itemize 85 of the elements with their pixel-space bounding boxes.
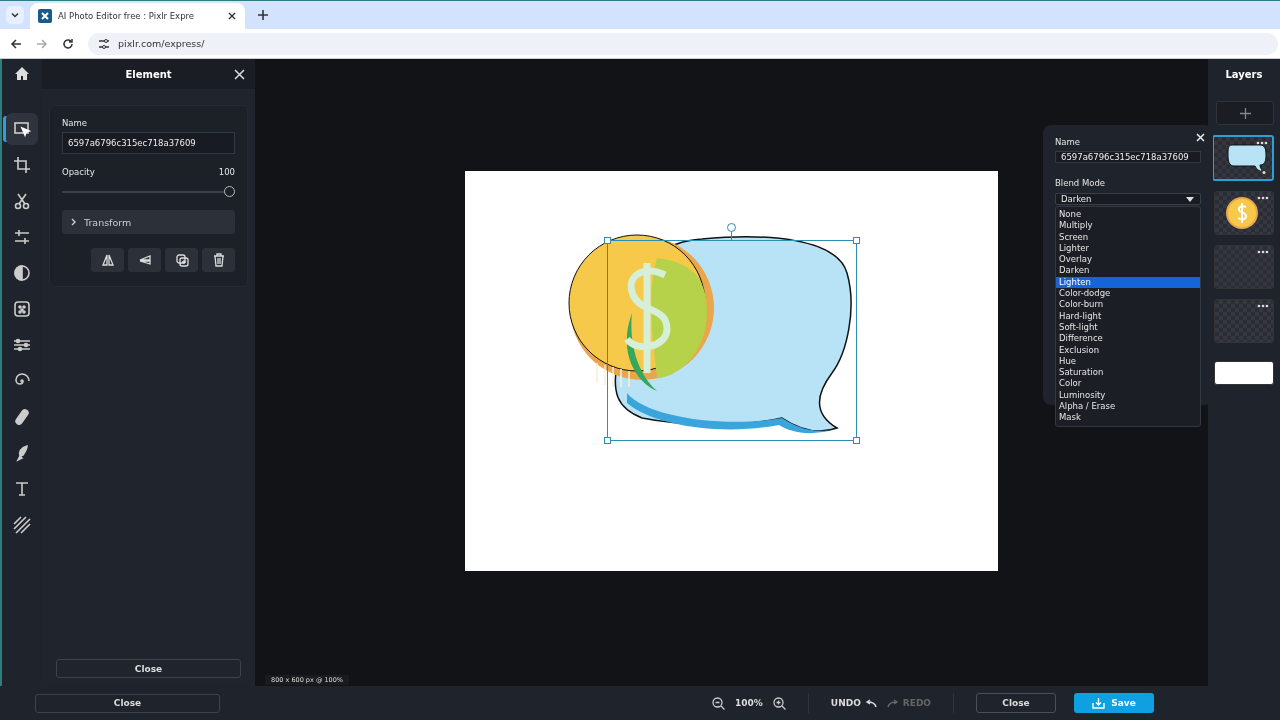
close-button[interactable]: Close [35, 693, 220, 713]
layer-thumbnail[interactable] [1214, 299, 1274, 343]
more-icon[interactable] [1257, 250, 1269, 254]
plus-icon [1239, 107, 1251, 119]
layer-thumbnail[interactable] [1212, 135, 1274, 181]
duplicate-icon [174, 253, 189, 267]
tab-title: AI Photo Editor free : Pixlr Expre [58, 11, 196, 21]
blend-mode-option[interactable]: Screen [1056, 231, 1200, 243]
name-label: Name [62, 118, 89, 128]
blend-mode-option[interactable]: Hard-light [1056, 310, 1200, 322]
chevron-right-icon [70, 218, 78, 226]
zoom-in-icon[interactable] [772, 696, 786, 710]
new-tab-icon[interactable] [257, 9, 269, 21]
flip-h-button[interactable] [91, 248, 124, 272]
layer-thumbnail[interactable] [1214, 245, 1274, 289]
chevron-down-icon [10, 10, 20, 20]
more-icon[interactable] [1257, 196, 1269, 200]
blend-mode-option[interactable]: None [1056, 209, 1200, 221]
blend-mode-option[interactable]: Exclusion [1056, 344, 1200, 356]
blend-mode-option[interactable]: Luminosity [1056, 389, 1200, 402]
download-icon [1092, 697, 1106, 709]
selection-box[interactable] [603, 222, 861, 445]
blend-mode-option[interactable]: Difference [1056, 333, 1200, 345]
duplicate-button[interactable] [165, 248, 198, 272]
select-tool-button[interactable] [6, 113, 38, 145]
blend-mode-option[interactable]: Hue [1056, 355, 1200, 368]
zoom-level: 100% [735, 698, 763, 708]
blend-mode-option[interactable]: Mask [1056, 412, 1200, 424]
blend-mode-option[interactable]: Lighten [1056, 276, 1200, 289]
close-button[interactable]: Close [56, 659, 241, 678]
home-icon[interactable] [14, 66, 30, 82]
panel-title: Element [125, 68, 172, 80]
opacity-value: 100 [218, 167, 235, 177]
close-icon[interactable] [227, 11, 237, 21]
adjust-icon [13, 228, 31, 246]
flip-v-icon [137, 253, 152, 267]
sliders-icon [13, 336, 31, 354]
undo-icon [864, 698, 877, 708]
name-field[interactable]: 6597a6796c315ec718a37609 [62, 132, 235, 154]
layer-thumbnail[interactable] [1214, 361, 1274, 385]
back-icon[interactable] [10, 37, 22, 50]
blend-mode-option[interactable]: Color-burn [1056, 299, 1200, 311]
flip-v-button[interactable] [128, 248, 161, 272]
redo-icon [886, 698, 899, 708]
blend-mode-option[interactable]: Soft-light [1056, 321, 1200, 334]
flip-h-icon [100, 253, 115, 267]
blend-mode-option[interactable]: Color [1056, 378, 1200, 390]
eye-icon[interactable] [1259, 169, 1269, 176]
crop-icon [13, 156, 31, 174]
brush-icon [13, 444, 31, 462]
close-button[interactable]: Close [976, 693, 1056, 713]
blend-mode-option[interactable]: Overlay [1056, 254, 1200, 266]
transform-section[interactable]: Transform [62, 210, 235, 234]
blend-mode-option[interactable]: Saturation [1056, 367, 1200, 379]
blend-mode-option[interactable]: Darken [1056, 265, 1200, 277]
layers-title: Layers [1225, 68, 1263, 80]
blend-mode-option[interactable]: Alpha / Erase [1056, 401, 1200, 413]
filter-icon [13, 300, 31, 318]
blend-mode-select[interactable]: Darken [1055, 193, 1201, 205]
more-icon[interactable] [1257, 304, 1269, 308]
pattern-icon [13, 516, 31, 534]
more-icon[interactable] [1256, 141, 1268, 145]
delete-icon [211, 253, 226, 267]
reload-icon[interactable] [62, 37, 74, 50]
zoom-out-icon[interactable] [712, 696, 725, 710]
blend-mode-option[interactable]: Color-dodge [1056, 288, 1200, 300]
caret-icon [1186, 196, 1194, 202]
layer-thumbnail[interactable] [1214, 191, 1274, 235]
blend-mode-option[interactable]: Multiply [1056, 220, 1200, 232]
opacity-label: Opacity [62, 167, 95, 177]
cut-icon [13, 192, 31, 210]
name-field[interactable]: 6597a6796c315ec718a37609 [1055, 151, 1201, 163]
contrast-icon [13, 264, 31, 282]
undo-button[interactable]: UNDO [830, 698, 877, 708]
coin-icon [1225, 196, 1259, 230]
address-field[interactable]: pixlr.com/express/ [88, 32, 1278, 55]
name-label: Name [1055, 137, 1082, 147]
browser-tab[interactable]: AI Photo Editor free : Pixlr Expre [30, 3, 245, 29]
blend-mode-label: Blend Mode [1055, 178, 1107, 188]
blend-mode-option[interactable]: Lighter [1056, 242, 1200, 255]
text-icon [13, 480, 31, 498]
delete-button[interactable] [202, 248, 235, 272]
tab-list-button[interactable] [6, 6, 24, 24]
app-logo-icon [38, 9, 52, 23]
select-icon [13, 120, 31, 138]
